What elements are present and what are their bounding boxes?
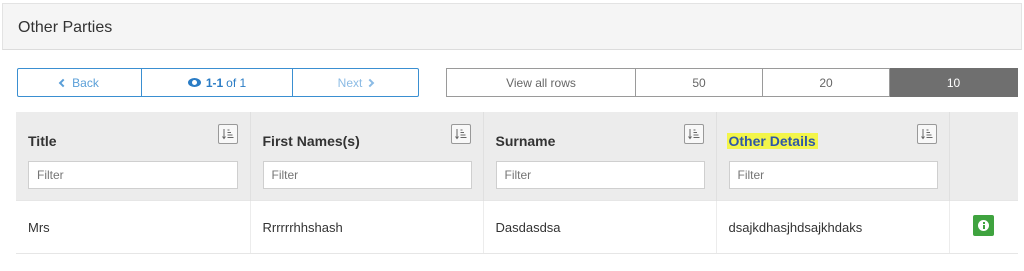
sort-icon xyxy=(454,129,466,140)
next-button[interactable]: Next xyxy=(293,68,419,97)
sort-button[interactable] xyxy=(683,124,704,144)
page-total: of 1 xyxy=(226,75,247,90)
column-header-actions xyxy=(949,112,1018,201)
eye-icon xyxy=(187,78,201,87)
panel-heading: Other Parties xyxy=(2,3,1022,50)
sort-icon xyxy=(687,129,699,140)
info-icon xyxy=(978,220,990,231)
cell-actions xyxy=(949,200,1018,254)
filter-input-other-details[interactable] xyxy=(728,161,938,189)
rows-option-20[interactable]: 20 xyxy=(763,68,890,97)
rows-option-50[interactable]: 50 xyxy=(636,68,763,97)
info-button[interactable] xyxy=(973,215,995,236)
rows-option-all[interactable]: View all rows xyxy=(446,68,636,97)
rows-option-10[interactable]: 10 xyxy=(890,68,1018,97)
sort-icon xyxy=(221,129,233,140)
cell-first-names: Rrrrrrhhshash xyxy=(250,200,484,254)
filter-input-surname[interactable] xyxy=(495,161,705,189)
page-count: 1-1 of 1 xyxy=(142,68,293,97)
sort-button[interactable] xyxy=(916,124,937,144)
next-label: Next xyxy=(337,75,363,90)
other-parties-table: Title First Names(s) Sur xyxy=(16,112,1018,254)
column-header-title: Title xyxy=(16,112,251,201)
chevron-left-icon xyxy=(58,78,68,87)
column-title-first-names: First Names(s) xyxy=(262,133,360,149)
column-header-surname: Surname xyxy=(483,112,717,201)
sort-button[interactable] xyxy=(217,124,238,144)
column-title-surname: Surname xyxy=(495,133,556,149)
table-row: Mrs Rrrrrrhhshash Dasdasdsa dsajkdhasjhd… xyxy=(16,200,1018,254)
page-range: 1-1 xyxy=(205,75,224,90)
rows-per-page-selector: View all rows 50 20 10 xyxy=(446,68,1018,97)
column-header-other-details: Other Details xyxy=(716,112,950,201)
column-title-title: Title xyxy=(28,133,57,149)
cell-surname: Dasdasdsa xyxy=(483,200,717,254)
sort-button[interactable] xyxy=(450,124,471,144)
back-button[interactable]: Back xyxy=(17,68,142,97)
column-title-other-details: Other Details xyxy=(726,133,818,149)
panel-title: Other Parties xyxy=(18,19,113,36)
cell-other-details: dsajkdhasjhdsajkhdaks xyxy=(716,200,950,254)
filter-input-first-names[interactable] xyxy=(262,161,472,189)
column-header-first-names: First Names(s) xyxy=(250,112,484,201)
sort-icon xyxy=(920,129,932,140)
pagination: Back 1-1 of 1 Next xyxy=(17,68,419,97)
cell-title: Mrs xyxy=(16,200,251,254)
chevron-right-icon xyxy=(366,78,375,87)
filter-input-title[interactable] xyxy=(28,161,238,189)
back-label: Back xyxy=(72,75,99,90)
